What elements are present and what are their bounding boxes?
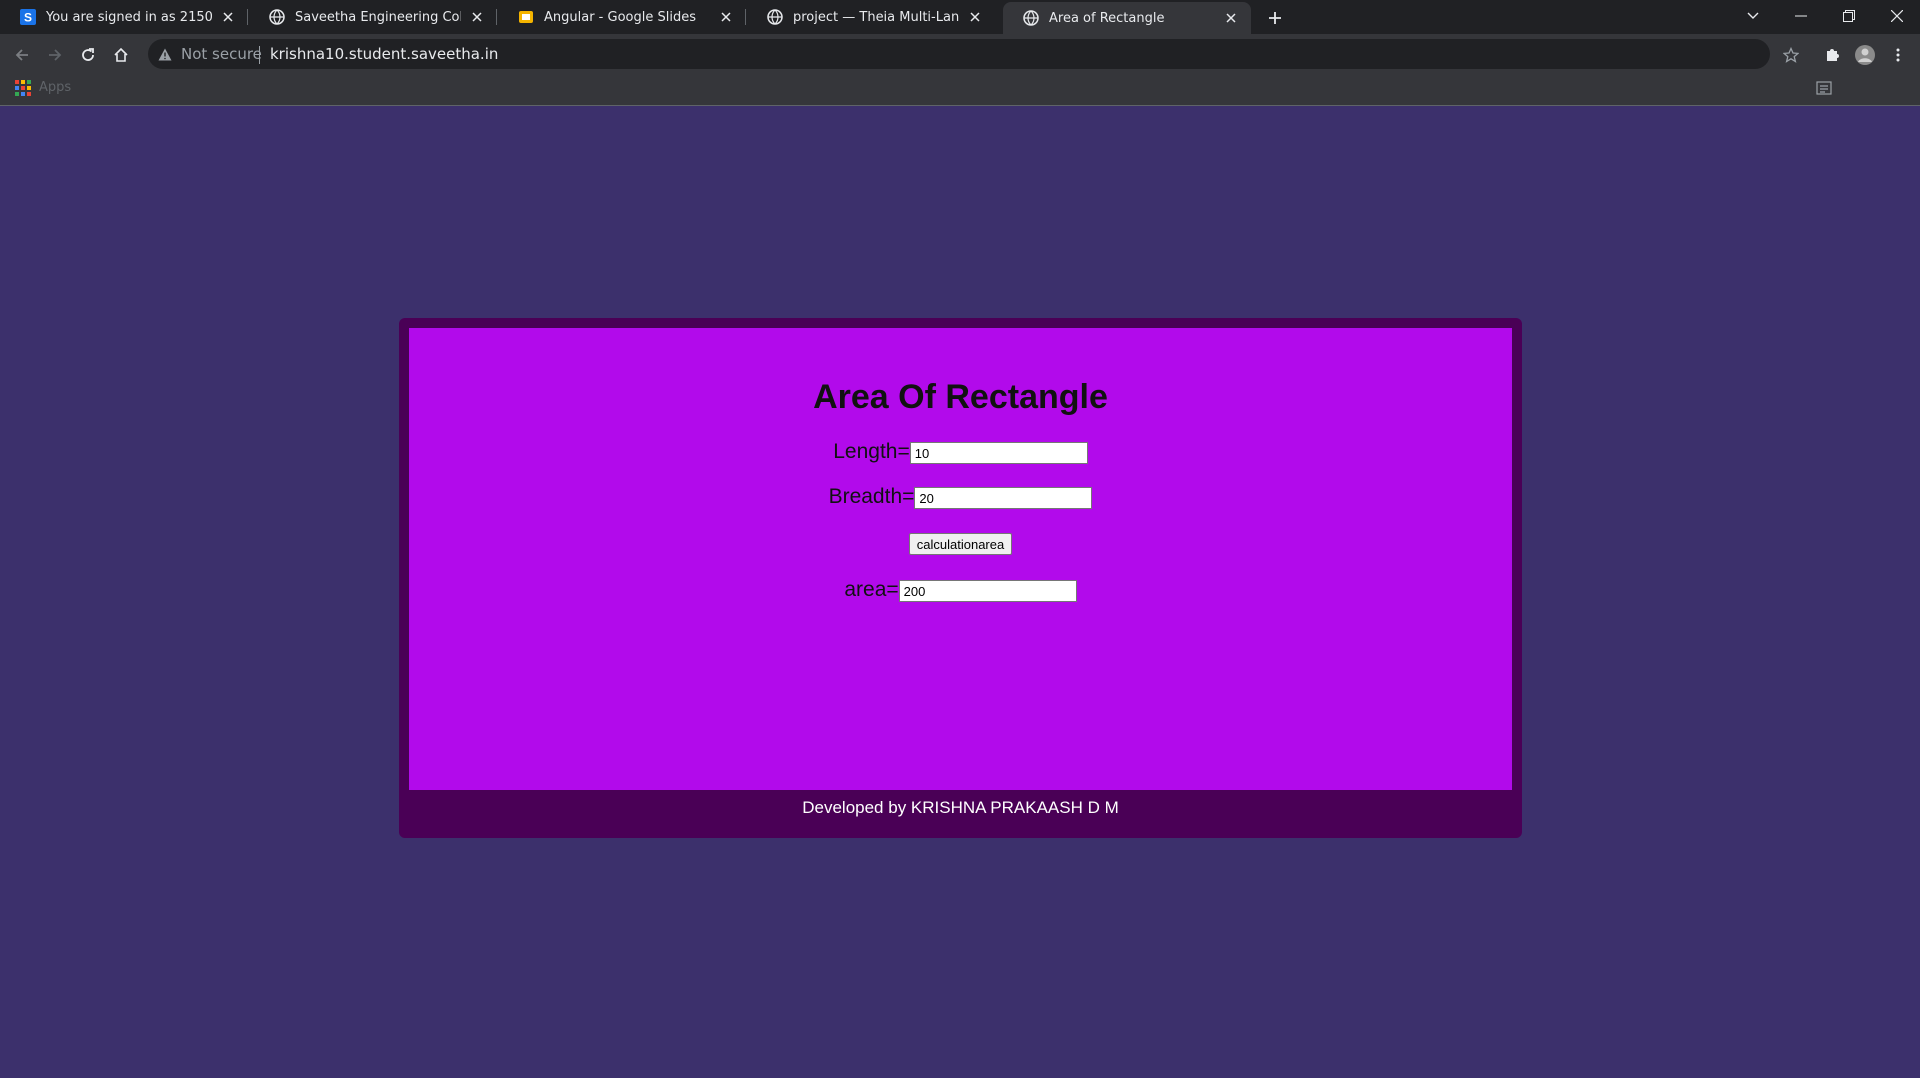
svg-text:S: S (24, 11, 32, 25)
s-favicon-icon: S (20, 9, 36, 25)
close-icon (1891, 10, 1903, 22)
tab-area-of-rectangle[interactable]: Area of Rectangle (1003, 2, 1251, 34)
security-status[interactable]: Not secure (181, 45, 262, 63)
area-output[interactable] (898, 580, 1077, 602)
window-close-button[interactable] (1874, 0, 1920, 32)
bookmarks-bar (0, 76, 1920, 106)
reload-icon (82, 48, 94, 61)
calculator-card: Area Of Rectangle Length= Breadth= calcu… (399, 318, 1522, 838)
close-icon[interactable] (718, 9, 734, 25)
tab-title: Saveetha Engineering College (295, 9, 461, 25)
address-divider (259, 46, 260, 64)
tab-theia-project[interactable]: project — Theia Multi-Language (747, 0, 995, 34)
breadth-input[interactable] (914, 487, 1093, 509)
globe-icon (269, 9, 285, 25)
tab-title: Angular - Google Slides (544, 9, 696, 25)
minimize-icon (1795, 15, 1807, 17)
close-icon[interactable] (220, 9, 236, 25)
chevron-down-icon (1747, 12, 1759, 19)
length-input[interactable] (909, 442, 1088, 464)
star-icon (1783, 47, 1799, 63)
puzzle-icon (1827, 49, 1839, 61)
close-icon[interactable] (469, 9, 485, 25)
tab-search-button[interactable] (1730, 0, 1776, 32)
restore-button[interactable] (1826, 0, 1872, 32)
minimize-button[interactable] (1778, 0, 1824, 32)
forward-button[interactable] (43, 43, 67, 67)
tab-google-slides[interactable]: Angular - Google Slides (498, 0, 746, 34)
home-icon (114, 47, 128, 62)
slides-icon (518, 9, 534, 25)
globe-icon (1023, 10, 1039, 26)
plus-icon (1269, 12, 1281, 24)
bookmark-star-button[interactable] (1779, 43, 1803, 67)
tab-title: You are signed in as 21500183 (46, 9, 212, 25)
warning-icon[interactable] (157, 46, 173, 62)
page-viewport: Area Of Rectangle Length= Breadth= calcu… (0, 107, 1920, 1080)
globe-icon (767, 9, 783, 25)
reload-button[interactable] (76, 43, 100, 67)
breadth-label: Breadth= (828, 485, 915, 508)
home-button[interactable] (109, 43, 133, 67)
reading-list-icon[interactable] (1816, 80, 1832, 96)
footer-credit: Developed by KRISHNA PRAKAASH D M (802, 798, 1119, 817)
restore-icon (1843, 10, 1855, 22)
tab-signed-in[interactable]: S You are signed in as 21500183 (0, 0, 248, 34)
page-title: Area Of Rectangle (813, 378, 1108, 416)
close-icon[interactable] (967, 9, 983, 25)
kebab-menu-icon (1896, 48, 1900, 62)
apps-grid-icon[interactable] (15, 80, 31, 96)
avatar-icon (1855, 45, 1875, 65)
breadth-row: Breadth= (409, 485, 1512, 509)
extensions-button[interactable] (1820, 43, 1844, 67)
back-button[interactable] (10, 43, 34, 67)
area-label: area= (844, 578, 899, 601)
area-row: area= (409, 578, 1512, 602)
menu-button[interactable] (1886, 43, 1910, 67)
button-row: calculationarea (409, 533, 1512, 555)
tab-title: Area of Rectangle (1049, 10, 1165, 26)
arrow-left-icon (15, 49, 28, 61)
arrow-right-icon (49, 49, 62, 61)
url-text[interactable]: krishna10.student.saveetha.in (270, 45, 498, 63)
profile-avatar[interactable] (1853, 43, 1877, 67)
length-label: Length= (833, 440, 910, 463)
calculator-panel: Area Of Rectangle Length= Breadth= calcu… (409, 328, 1512, 790)
apps-bookmark[interactable]: Apps (39, 80, 71, 95)
calculate-area-button[interactable]: calculationarea (908, 533, 1013, 555)
new-tab-button[interactable] (1262, 5, 1288, 31)
tab-title: project — Theia Multi-Language (793, 9, 959, 25)
tab-saveetha[interactable]: Saveetha Engineering College (249, 0, 497, 34)
tab-strip: S You are signed in as 21500183 Saveetha… (0, 0, 1920, 34)
close-icon[interactable] (1223, 10, 1239, 26)
length-row: Length= (409, 440, 1512, 464)
